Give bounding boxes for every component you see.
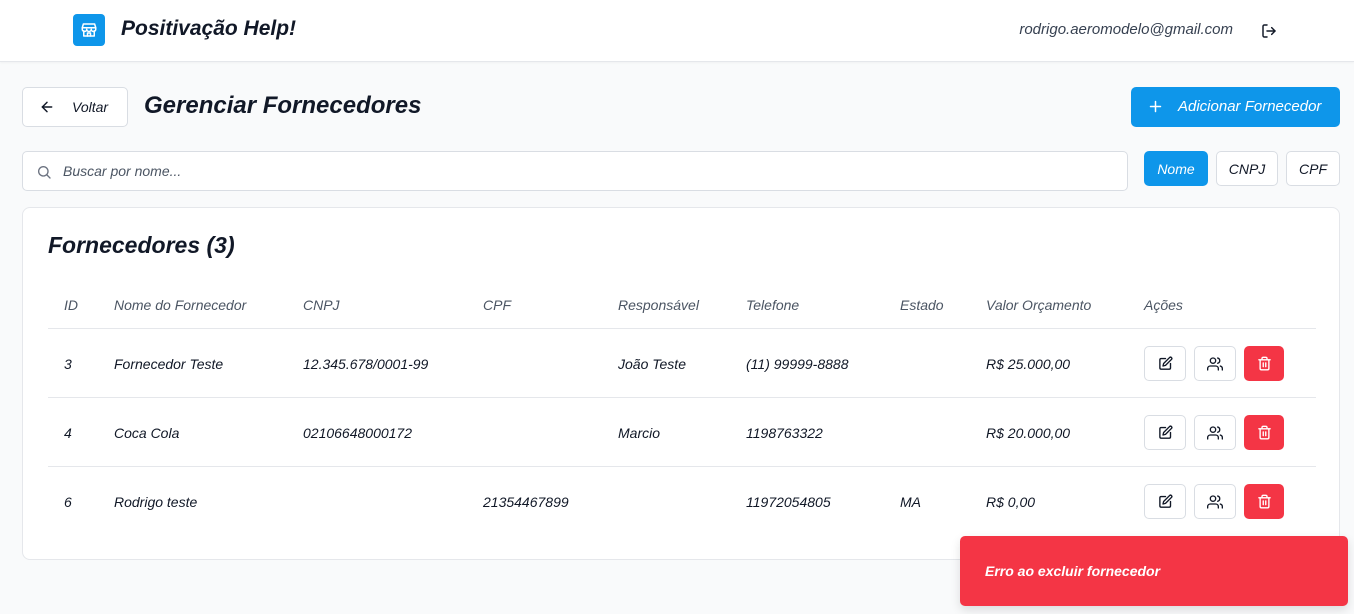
cell-responsavel: João Teste bbox=[618, 356, 686, 372]
plus-icon bbox=[1148, 99, 1163, 119]
cell-id: 6 bbox=[64, 494, 72, 510]
cell-telefone: (11) 99999-8888 bbox=[746, 356, 849, 372]
cell-id: 4 bbox=[64, 425, 72, 441]
cell-cnpj: 12.345.678/0001-99 bbox=[303, 356, 429, 372]
cell-telefone: 1198763322 bbox=[746, 425, 823, 441]
cell-nome: Coca Cola bbox=[114, 425, 180, 441]
cell-id: 3 bbox=[64, 356, 72, 372]
cell-valor: R$ 0,00 bbox=[986, 494, 1036, 510]
cell-cpf: 21354467899 bbox=[483, 494, 569, 510]
column-header-telefone: Telefone bbox=[746, 297, 800, 313]
cell-telefone: 11972054805 bbox=[746, 494, 831, 510]
edit-icon bbox=[1158, 356, 1172, 370]
filter-cpf-button[interactable]: CPF bbox=[1286, 151, 1340, 186]
edit-icon bbox=[1158, 425, 1172, 439]
page-title: Gerenciar Fornecedores bbox=[144, 92, 422, 119]
back-button-label: Voltar bbox=[72, 99, 109, 115]
cell-valor: R$ 20.000,00 bbox=[986, 425, 1071, 441]
contacts-button[interactable] bbox=[1194, 484, 1236, 519]
column-header-nome: Nome do Fornecedor bbox=[114, 297, 247, 313]
users-icon bbox=[1207, 425, 1223, 440]
edit-icon bbox=[1158, 494, 1172, 508]
users-icon bbox=[1207, 494, 1223, 509]
column-header-acoes: Ações bbox=[1144, 297, 1183, 313]
add-supplier-label: Adicionar Fornecedor bbox=[1178, 98, 1322, 115]
column-header-cnpj: CNPJ bbox=[303, 297, 340, 313]
row-divider bbox=[48, 328, 1316, 329]
trash-icon bbox=[1257, 425, 1271, 440]
suppliers-card: Fornecedores (3) ID Nome do Fornecedor C… bbox=[22, 207, 1340, 560]
toast-message: Erro ao excluir fornecedor bbox=[985, 563, 1161, 579]
edit-button[interactable] bbox=[1144, 415, 1186, 450]
cell-estado: MA bbox=[900, 494, 921, 510]
delete-button[interactable] bbox=[1244, 484, 1284, 519]
search-icon bbox=[36, 164, 52, 185]
error-toast[interactable]: Erro ao excluir fornecedor bbox=[960, 536, 1348, 606]
cell-cnpj: 02106648000172 bbox=[303, 425, 413, 441]
delete-button[interactable] bbox=[1244, 346, 1284, 381]
contacts-button[interactable] bbox=[1194, 346, 1236, 381]
column-header-valor: Valor Orçamento bbox=[986, 297, 1092, 313]
trash-icon bbox=[1257, 494, 1271, 509]
contacts-button[interactable] bbox=[1194, 415, 1236, 450]
cell-nome: Rodrigo teste bbox=[114, 494, 198, 510]
row-divider bbox=[48, 466, 1316, 467]
row-divider bbox=[48, 397, 1316, 398]
logout-icon bbox=[1262, 24, 1276, 38]
arrow-left-icon bbox=[39, 99, 55, 120]
column-header-estado: Estado bbox=[900, 297, 944, 313]
column-header-cpf: CPF bbox=[483, 297, 511, 313]
logout-button[interactable] bbox=[1258, 20, 1280, 42]
trash-icon bbox=[1257, 356, 1271, 371]
app-title: Positivação Help! bbox=[121, 17, 297, 40]
filter-cnpj-button[interactable]: CNPJ bbox=[1216, 151, 1278, 186]
users-icon bbox=[1207, 356, 1223, 371]
edit-button[interactable] bbox=[1144, 346, 1186, 381]
search-input[interactable] bbox=[63, 158, 1113, 184]
column-header-responsavel: Responsável bbox=[618, 297, 699, 313]
delete-button[interactable] bbox=[1244, 415, 1284, 450]
suppliers-count-title: Fornecedores (3) bbox=[48, 232, 235, 258]
search-box bbox=[22, 151, 1128, 191]
cell-valor: R$ 25.000,00 bbox=[986, 356, 1071, 372]
column-header-id: ID bbox=[64, 297, 78, 313]
add-supplier-button[interactable]: Adicionar Fornecedor bbox=[1131, 87, 1340, 127]
filter-nome-button[interactable]: Nome bbox=[1144, 151, 1208, 186]
back-button[interactable]: Voltar bbox=[22, 87, 128, 127]
edit-button[interactable] bbox=[1144, 484, 1186, 519]
cell-responsavel: Marcio bbox=[618, 425, 661, 441]
top-bar: Positivação Help! rodrigo.aeromodelo@gma… bbox=[0, 0, 1354, 62]
store-icon bbox=[73, 14, 105, 46]
user-email: rodrigo.aeromodelo@gmail.com bbox=[1019, 21, 1233, 38]
cell-nome: Fornecedor Teste bbox=[114, 356, 224, 372]
